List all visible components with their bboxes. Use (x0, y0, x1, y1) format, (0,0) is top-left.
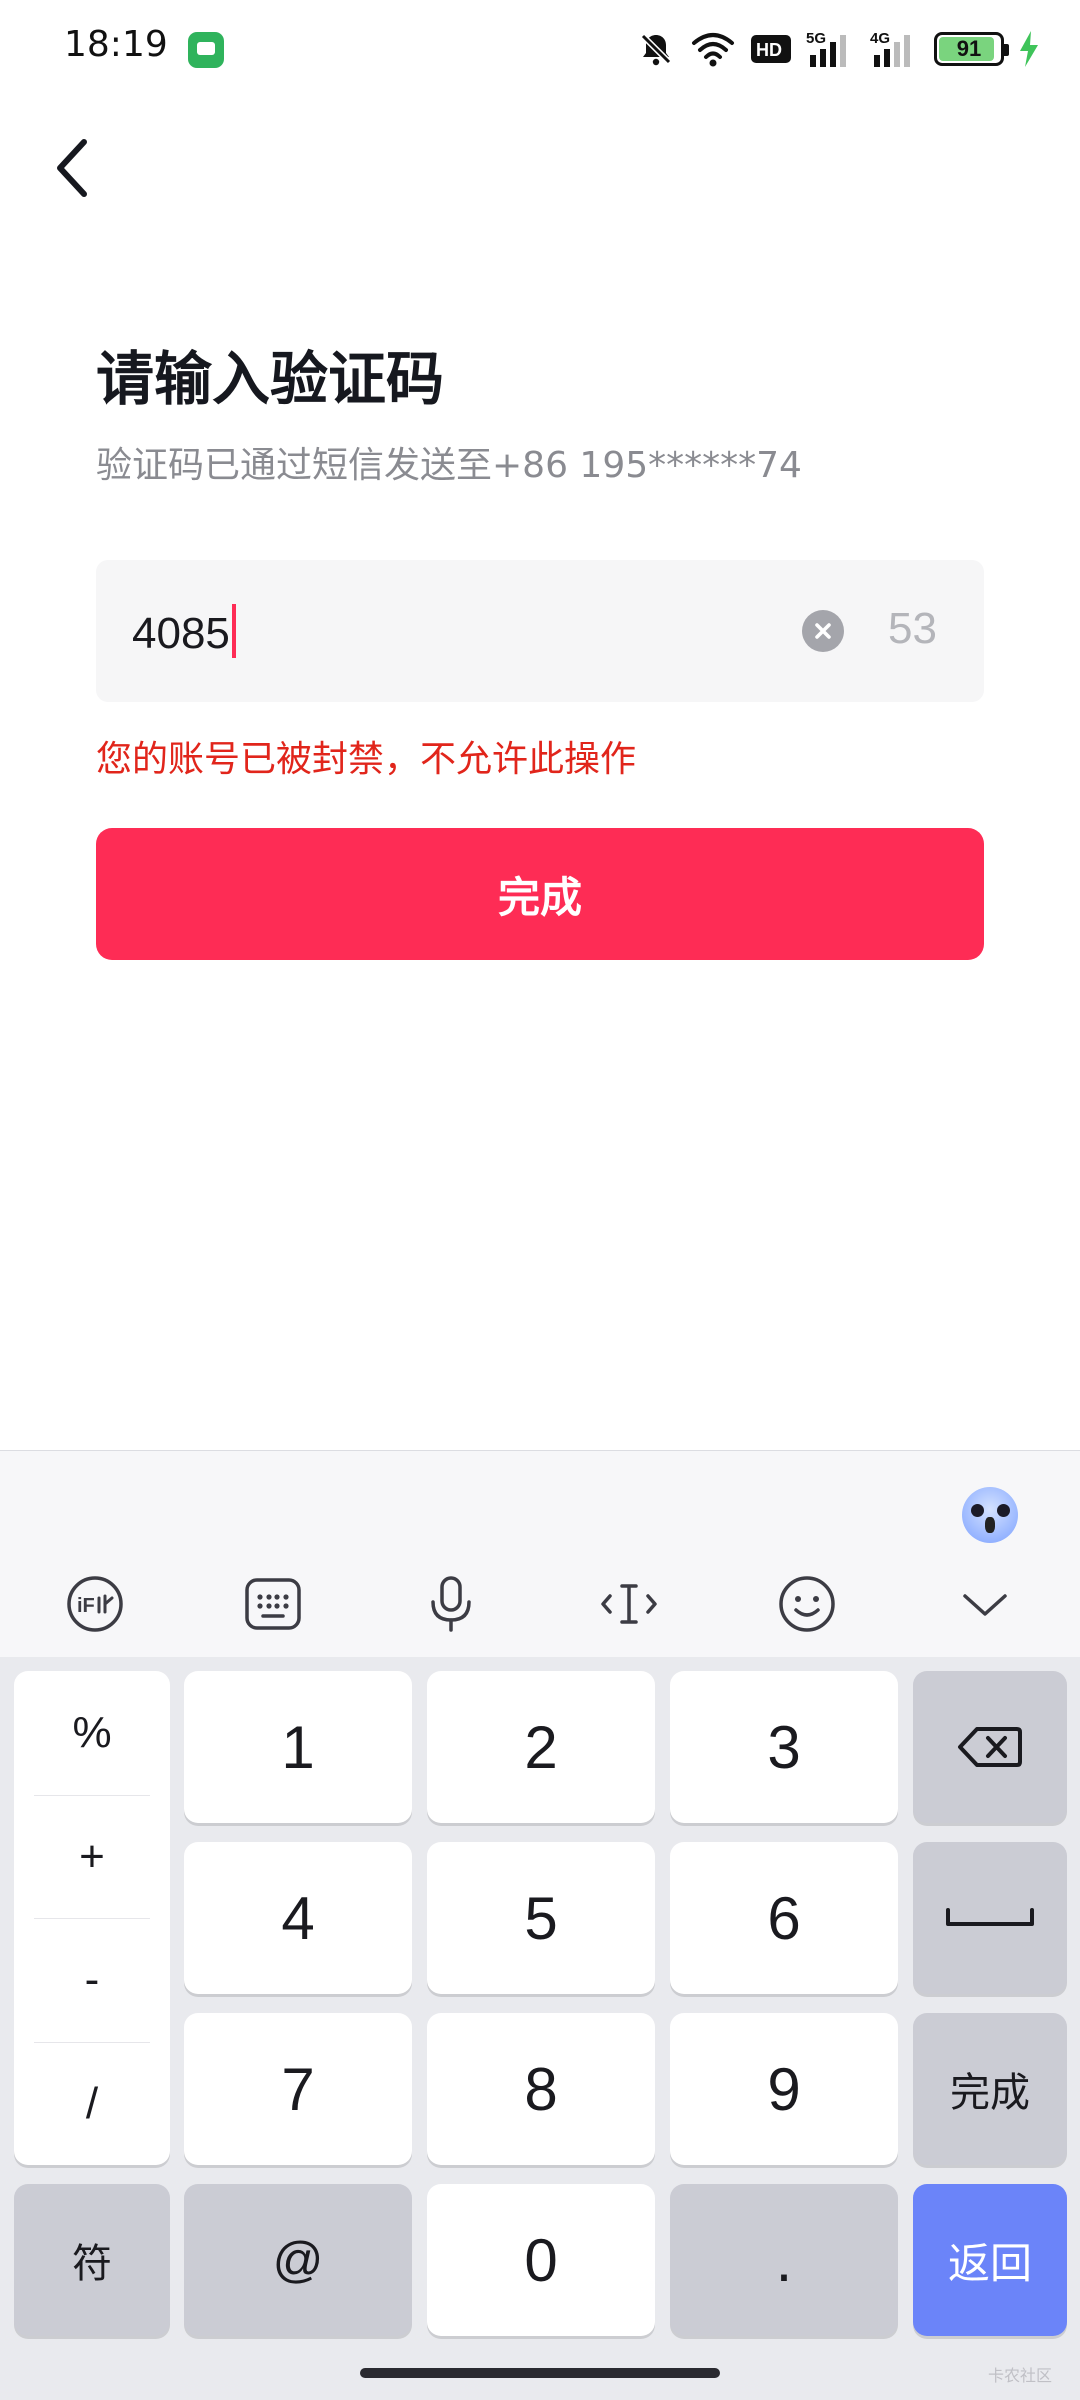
ime-logo-button[interactable]: iF (50, 1559, 140, 1649)
key-1[interactable]: 1 (184, 1671, 412, 1823)
chevron-down-icon (963, 1594, 1007, 1616)
keyboard-toolbar: iF (0, 1551, 1080, 1657)
key-3[interactable]: 3 (670, 1671, 898, 1823)
battery-icon: 91 (934, 32, 1009, 66)
key-minus[interactable]: - (34, 1918, 150, 2042)
at-key[interactable]: @ (184, 2184, 412, 2336)
symbol-column: % + - / (14, 1671, 170, 2165)
svg-text:iF: iF (77, 1595, 95, 1617)
cursor-move-button[interactable] (584, 1559, 674, 1649)
hd-label: HD (756, 40, 782, 60)
text-caret (231, 604, 236, 658)
key-2[interactable]: 2 (427, 1671, 655, 1823)
hide-keyboard-button[interactable] (940, 1559, 1030, 1649)
sig2-label: 4G (870, 30, 890, 47)
keyboard-icon (245, 1578, 301, 1630)
watermark: 卡农社区 (988, 2366, 1053, 2385)
submit-button[interactable]: 完成 (96, 828, 984, 960)
status-icons: HD 5G 4G 91 (636, 26, 1040, 72)
mascot-icon[interactable] (962, 1487, 1018, 1543)
mute-icon (640, 33, 672, 66)
back-button[interactable] (36, 128, 108, 208)
code-input-value[interactable]: 4085 (132, 604, 236, 659)
emoji-button[interactable] (762, 1559, 852, 1649)
done-key[interactable]: 完成 (913, 2013, 1067, 2165)
text-cursor-icon (601, 1584, 657, 1624)
verification-screen: 18:19 HD 5G 4G 91 请输入验证码 验证码已通过短信发送至+86 … (0, 0, 1080, 2400)
page-subtitle: 验证码已通过短信发送至+86 195******74 (96, 445, 802, 486)
key-4[interactable]: 4 (184, 1842, 412, 1994)
hd-icon: HD (751, 35, 791, 63)
key-percent[interactable]: % (14, 1671, 170, 1795)
error-message: 您的账号已被封禁，不允许此操作 (96, 739, 637, 780)
keyboard-switch-button[interactable] (228, 1559, 318, 1649)
space-key[interactable] (913, 1842, 1067, 1994)
return-key[interactable]: 返回 (913, 2184, 1067, 2336)
clear-input-button[interactable] (802, 610, 844, 652)
battery-level: 91 (956, 36, 982, 61)
ime-logo-icon: iF (67, 1576, 123, 1632)
keyboard-top-strip: iF (0, 1451, 1080, 1657)
sig1-label: 5G (806, 30, 826, 47)
message-app-icon (188, 32, 224, 68)
4g-signal-icon: 4G (870, 30, 910, 67)
key-7[interactable]: 7 (184, 2013, 412, 2165)
chevron-left-icon (57, 139, 87, 197)
home-indicator[interactable] (360, 2368, 720, 2378)
key-9[interactable]: 9 (670, 2013, 898, 2165)
backspace-icon (958, 1727, 1022, 1767)
symbols-key[interactable]: 符 (14, 2184, 170, 2336)
charging-icon (1020, 31, 1038, 67)
page-title: 请输入验证码 (96, 345, 445, 413)
status-bar: 18:19 HD 5G 4G 91 (0, 0, 1080, 100)
space-icon (946, 1908, 1034, 1926)
microphone-icon (431, 1576, 471, 1632)
key-5[interactable]: 5 (427, 1842, 655, 1994)
key-slash[interactable]: / (34, 2041, 150, 2166)
voice-input-button[interactable] (406, 1559, 496, 1649)
5g-signal-icon: 5G (806, 30, 846, 67)
key-0[interactable]: 0 (427, 2184, 655, 2336)
backspace-key[interactable] (913, 1671, 1067, 1823)
resend-countdown: 53 (888, 604, 937, 653)
emoji-icon (779, 1576, 835, 1632)
key-8[interactable]: 8 (427, 2013, 655, 2165)
verification-code-field[interactable]: 4085 53 (96, 560, 984, 702)
numeric-keyboard: iF % + - / 1 2 3 4 5 6 7 8 9 完成 符 @ 0 . … (0, 1450, 1080, 2400)
dot-key[interactable]: . (670, 2184, 898, 2336)
key-plus[interactable]: + (34, 1794, 150, 1919)
status-time: 18:19 (64, 24, 168, 65)
wifi-icon (692, 33, 734, 67)
key-6[interactable]: 6 (670, 1842, 898, 1994)
close-icon (815, 623, 831, 639)
